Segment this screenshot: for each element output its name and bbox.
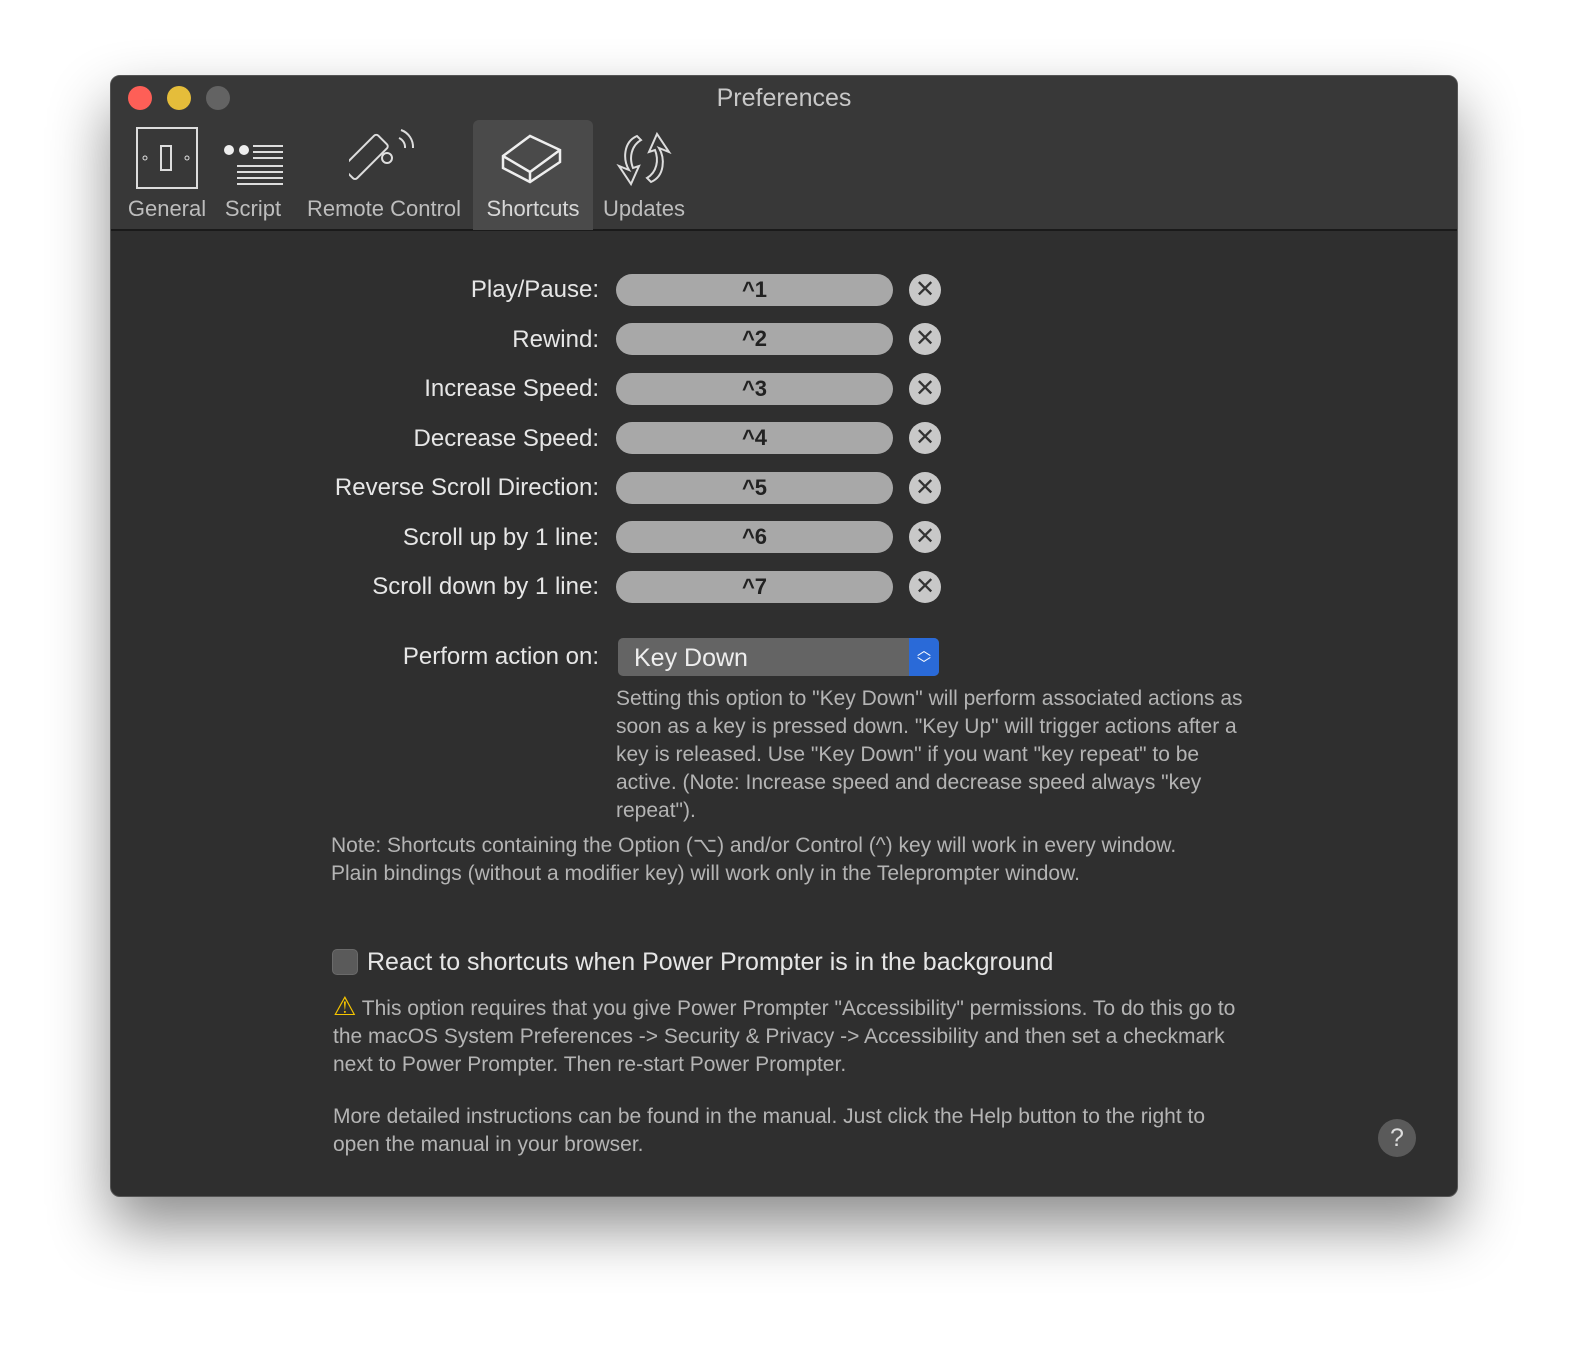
tab-updates[interactable]: Updates xyxy=(597,120,691,230)
tab-label: Script xyxy=(224,196,282,221)
clear-shortcut-button[interactable]: ✕ xyxy=(909,472,941,504)
keycap-icon xyxy=(501,134,562,184)
tab-shortcuts[interactable]: Shortcuts xyxy=(473,120,593,230)
shortcut-label: Scroll down by 1 line: xyxy=(372,573,599,600)
clear-shortcut-button[interactable]: ✕ xyxy=(909,521,941,553)
chevron-up-down-icon: ︿ ﹀ xyxy=(909,638,939,676)
shortcut-label: Decrease Speed: xyxy=(413,425,599,452)
clear-shortcut-button[interactable]: ✕ xyxy=(909,571,941,603)
shortcut-recorder[interactable]: ^6 xyxy=(616,521,893,553)
perform-action-label: Perform action on: xyxy=(402,643,599,670)
shortcut-label: Increase Speed: xyxy=(424,375,599,402)
tab-label: Remote Control xyxy=(306,196,462,221)
shortcut-recorder[interactable]: ^4 xyxy=(616,422,893,454)
warning-text: This option requires that you give Power… xyxy=(333,997,1236,1076)
quote-text-icon xyxy=(224,145,283,185)
tab-script[interactable]: Script xyxy=(215,120,291,230)
shortcut-label: Scroll up by 1 line: xyxy=(402,524,599,551)
tab-general[interactable]: General xyxy=(125,120,209,230)
shortcut-recorder[interactable]: ^1 xyxy=(616,274,893,306)
window-title: Preferences xyxy=(716,84,852,112)
preferences-window: Preferences General Script Remote Contro… xyxy=(110,75,1458,1197)
perform-action-description: Setting this option to "Key Down" will p… xyxy=(616,687,1243,822)
shortcut-recorder[interactable]: ^3 xyxy=(616,373,893,405)
clear-shortcut-button[interactable]: ✕ xyxy=(909,373,941,405)
remote-control-icon xyxy=(349,129,415,181)
modifier-note: Note: Shortcuts containing the Option (⌥… xyxy=(331,834,1177,885)
accessibility-warning: ⚠ This option requires that you give Pow… xyxy=(333,992,1243,1079)
toolbar: Preferences General Script Remote Contro… xyxy=(111,76,1457,231)
help-button[interactable]: ? xyxy=(1378,1119,1416,1157)
manual-note: More detailed instructions can be found … xyxy=(333,1105,1206,1156)
clear-shortcut-button[interactable]: ✕ xyxy=(909,274,941,306)
shortcut-recorder[interactable]: ^5 xyxy=(616,472,893,504)
light-switch-icon xyxy=(136,127,198,189)
shortcut-recorder[interactable]: ^7 xyxy=(616,571,893,603)
select-value: Key Down xyxy=(634,644,748,672)
update-arrows-icon xyxy=(616,131,672,187)
clear-shortcut-button[interactable]: ✕ xyxy=(909,422,941,454)
tab-label: Shortcuts xyxy=(486,196,580,221)
shortcut-label: Play/Pause: xyxy=(470,276,599,303)
shortcut-label: Rewind: xyxy=(512,326,599,353)
tab-label: Updates xyxy=(603,196,685,221)
shortcut-recorder[interactable]: ^2 xyxy=(616,323,893,355)
background-checkbox[interactable] xyxy=(332,949,358,975)
clear-shortcut-button[interactable]: ✕ xyxy=(909,323,941,355)
tab-label: General xyxy=(127,196,207,221)
perform-action-select[interactable]: Key Down ︿ ﹀ xyxy=(618,638,939,676)
tab-remote-control[interactable]: Remote Control xyxy=(299,120,469,230)
warning-icon: ⚠ xyxy=(333,991,357,1021)
shortcut-label: Reverse Scroll Direction: xyxy=(334,474,599,501)
background-checkbox-label[interactable]: React to shortcuts when Power Prompter i… xyxy=(367,948,1053,977)
